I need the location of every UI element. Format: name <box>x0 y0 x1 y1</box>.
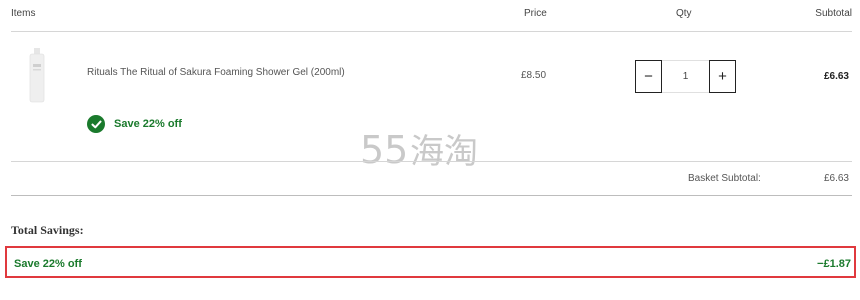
column-header-price: Price <box>524 8 547 19</box>
line-subtotal: £6.63 <box>823 71 849 82</box>
svg-text:55: 55 <box>360 128 408 171</box>
increase-quantity-button[interactable]: + <box>709 60 736 93</box>
header-divider <box>11 31 852 32</box>
savings-value: −£1.87 <box>817 258 851 270</box>
column-header-qty: Qty <box>676 8 692 19</box>
product-name[interactable]: Rituals The Ritual of Sakura Foaming Sho… <box>87 67 345 78</box>
column-header-subtotal: Subtotal <box>815 8 852 19</box>
total-savings-title: Total Savings: <box>11 223 84 237</box>
savings-label: Save 22% off <box>14 258 82 270</box>
decrease-quantity-button[interactable]: − <box>635 60 662 93</box>
svg-text:海淘: 海淘 <box>410 132 478 171</box>
column-header-items: Items <box>11 8 36 19</box>
product-price: £8.50 <box>521 70 547 81</box>
basket-subtotal-label: Basket Subtotal: <box>688 173 761 184</box>
summary-divider <box>11 195 852 196</box>
quantity-input[interactable] <box>662 60 709 93</box>
basket-subtotal-value: £6.63 <box>823 173 849 184</box>
check-circle-icon <box>87 115 105 133</box>
savings-highlight-box: Save 22% off −£1.87 <box>5 246 856 278</box>
shower-gel-bottle-icon[interactable] <box>20 46 54 106</box>
row-divider <box>11 161 852 162</box>
promo-badge: Save 22% off <box>87 115 182 133</box>
promo-text: Save 22% off <box>114 118 182 130</box>
watermark-logo: 55 海淘 <box>360 127 505 172</box>
